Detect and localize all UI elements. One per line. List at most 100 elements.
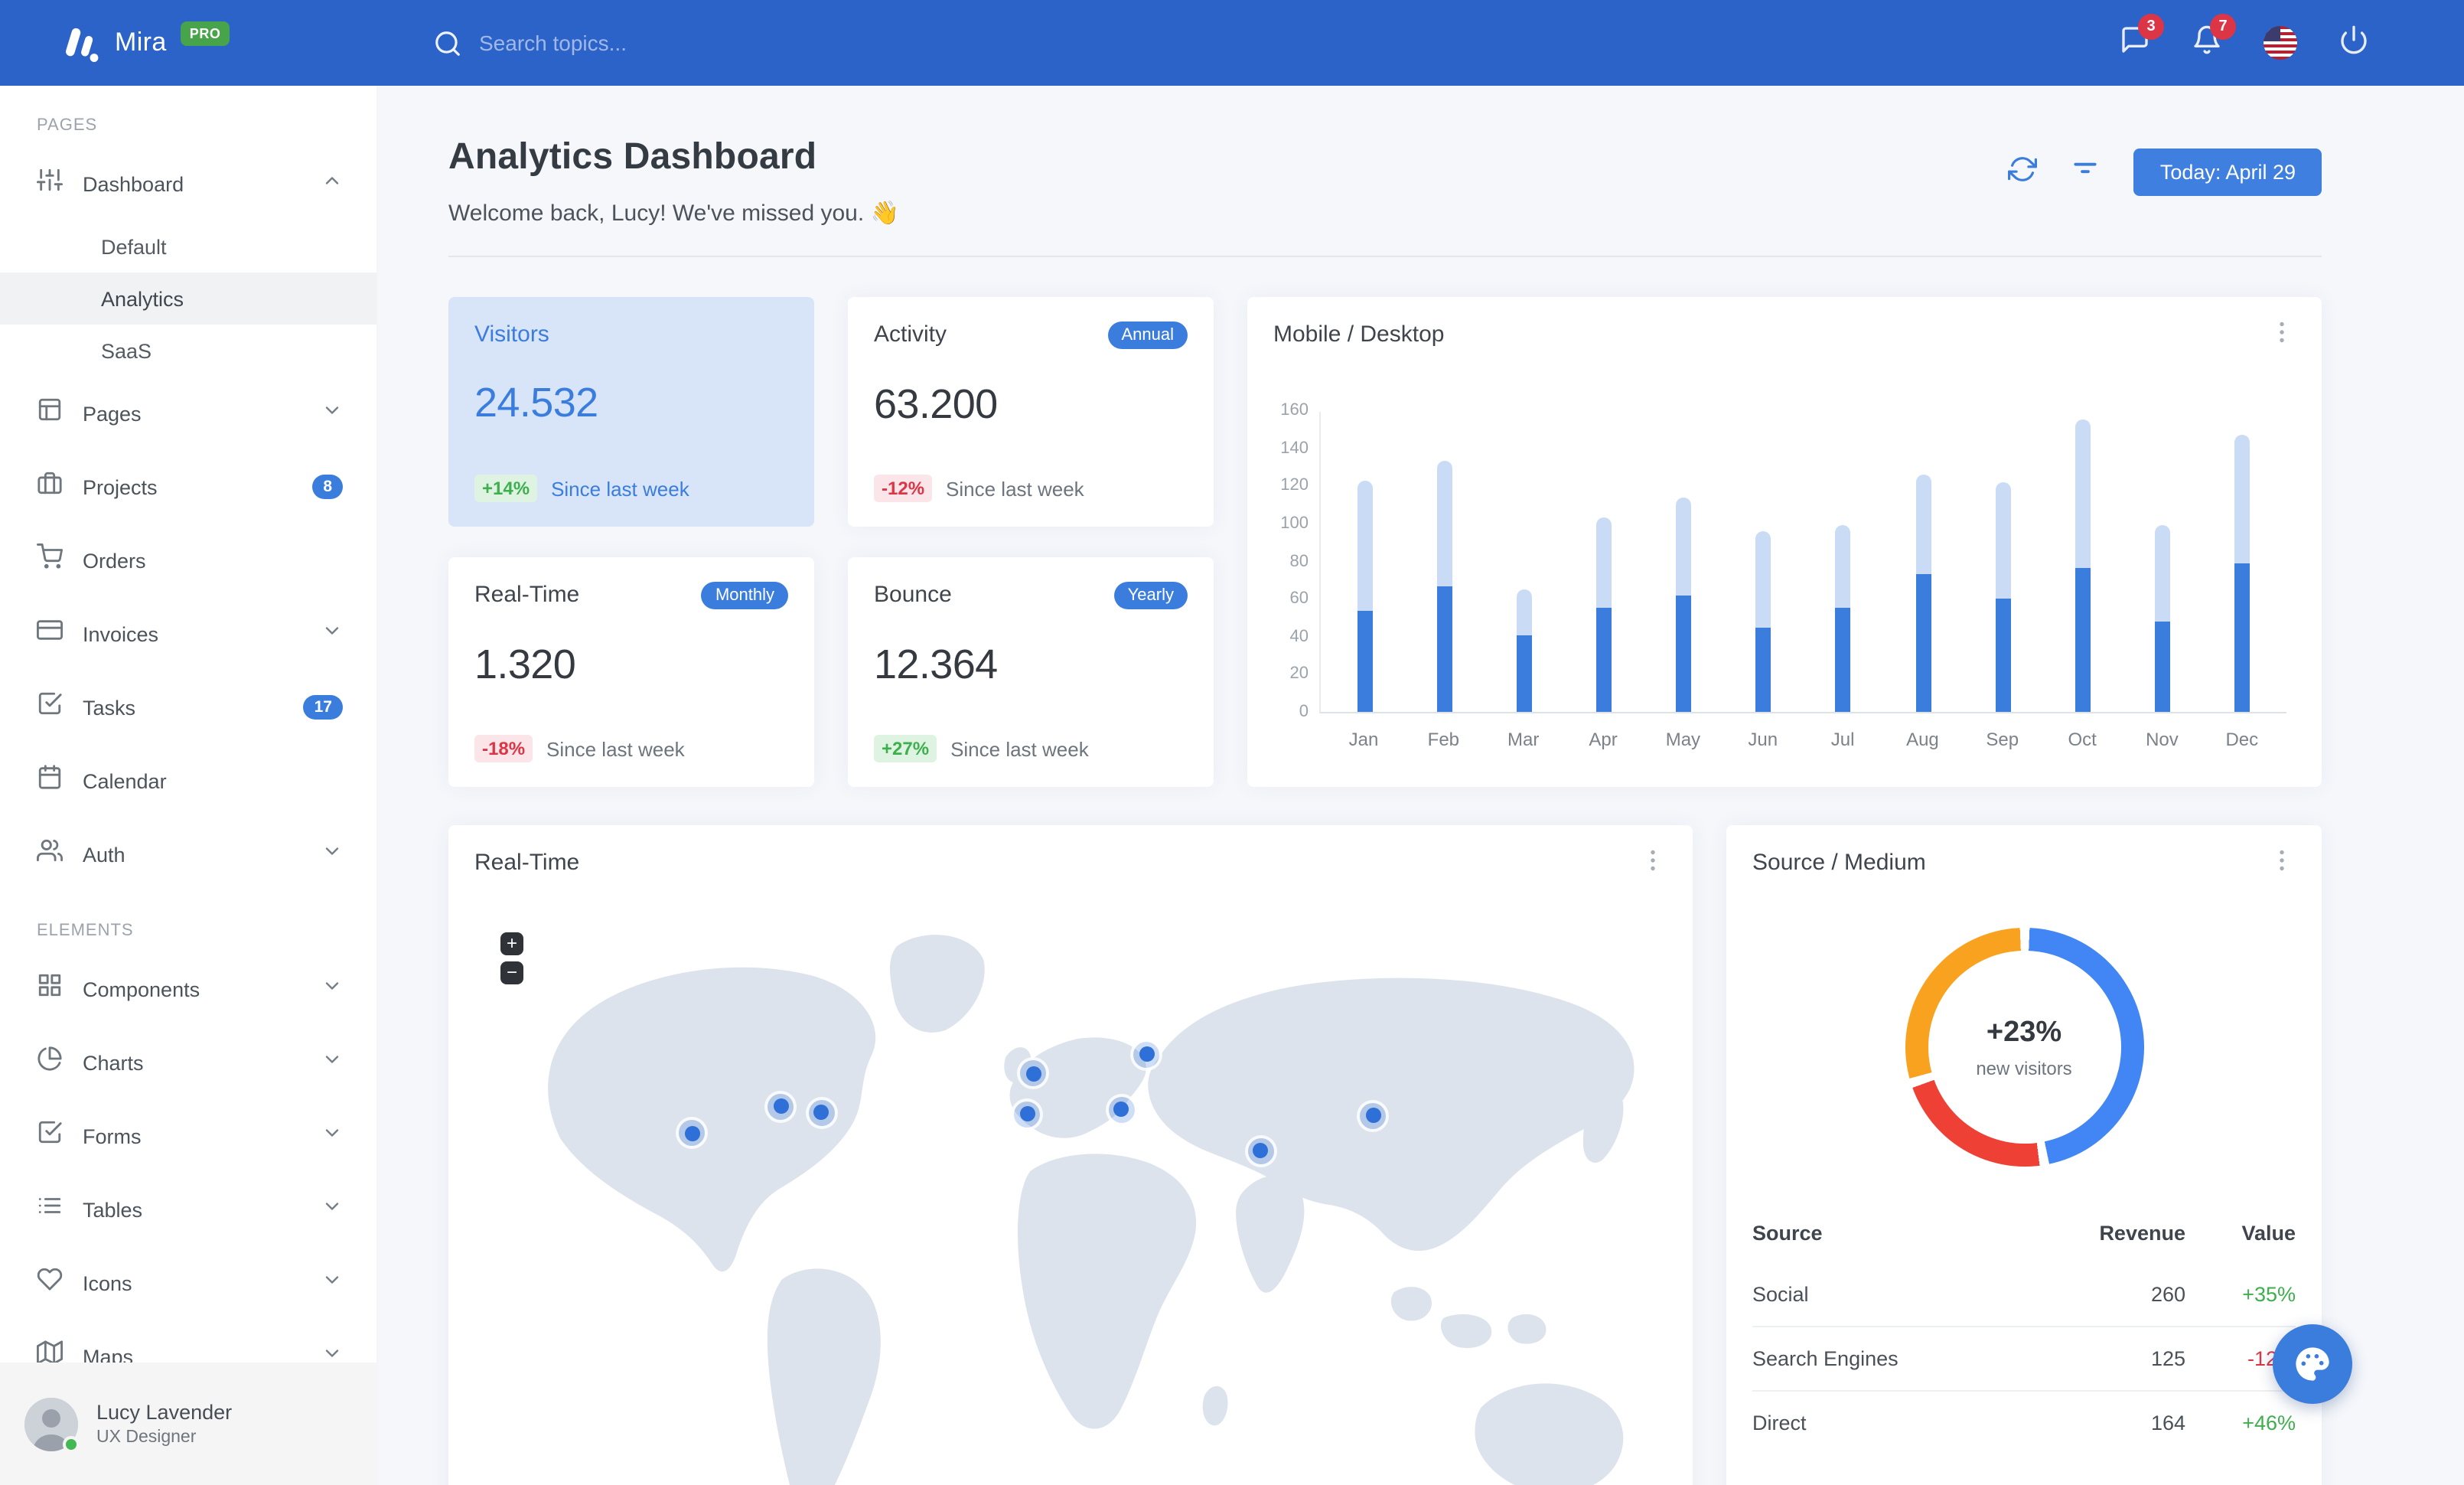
- sidebar-item-components[interactable]: Components: [0, 952, 376, 1026]
- bar-mobile-segment: [1596, 608, 1612, 712]
- sidebar-item-label: Calendar: [83, 769, 167, 792]
- bar-oct: [2075, 419, 2091, 712]
- sidebar-item-charts[interactable]: Charts: [0, 1026, 376, 1099]
- more-vertical-icon: [2280, 321, 2284, 343]
- x-axis-label: Feb: [1427, 729, 1460, 750]
- sidebar-subitem-saas[interactable]: SaaS: [0, 325, 376, 377]
- sidebar-item-label: Charts: [83, 1051, 144, 1074]
- bar-nov: [2154, 525, 2170, 712]
- sidebar-section-header-pages: PAGES: [37, 116, 98, 135]
- world-map[interactable]: + −: [448, 896, 1693, 1485]
- map-marker-7: [1108, 1096, 1135, 1123]
- map-card-menu-button[interactable]: [1639, 847, 1667, 882]
- sidebar-subitem-analytics[interactable]: Analytics: [0, 273, 376, 325]
- x-axis-label: Nov: [2146, 729, 2179, 750]
- brand[interactable]: Mira PRO: [0, 20, 378, 66]
- sidebar-item-orders[interactable]: Orders: [0, 524, 376, 597]
- date-range-button[interactable]: Today: April 29: [2133, 148, 2322, 196]
- sidebar-user-footer[interactable]: Lucy Lavender UX Designer: [0, 1363, 376, 1485]
- page-subtitle: Welcome back, Lucy! We've missed you. 👋: [448, 201, 899, 227]
- refresh-button[interactable]: [2008, 154, 2038, 191]
- donut-chart: +23% new visitors: [1905, 928, 2143, 1167]
- map-zoom-in-button[interactable]: +: [500, 932, 523, 955]
- user-name: Lucy Lavender: [96, 1401, 233, 1424]
- bar-mobile-segment: [1995, 599, 2011, 712]
- map-marker-5: [1133, 1041, 1160, 1068]
- filter-button[interactable]: [2071, 154, 2101, 191]
- sidebar-item-invoices[interactable]: Invoices: [0, 597, 376, 671]
- chevron-down-icon: [321, 1048, 343, 1077]
- donut-center-label: new visitors: [1976, 1057, 2072, 1079]
- theme-settings-fab[interactable]: [2273, 1324, 2352, 1404]
- chevron-down-icon: [321, 399, 343, 428]
- bar-jan: [1357, 480, 1373, 712]
- map-marker-8: [1247, 1137, 1274, 1164]
- sidebar-item-tasks[interactable]: Tasks 17: [0, 671, 376, 744]
- stat-card-visitors: Visitors 24.532 +14% Since last week: [448, 297, 814, 527]
- map-marker-6: [1014, 1101, 1041, 1128]
- bar-mobile-segment: [1517, 635, 1533, 712]
- x-axis-label: Sep: [1986, 729, 2019, 750]
- language-flag-button[interactable]: [2264, 26, 2297, 60]
- palette-icon: [2296, 1347, 2329, 1381]
- stat-period-badge: Yearly: [1113, 582, 1188, 609]
- notifications-button[interactable]: 7: [2192, 13, 2236, 62]
- sidebar-subitem-default[interactable]: Default: [0, 220, 376, 273]
- x-axis-label: Oct: [2068, 729, 2097, 750]
- source-medium-card: Source / Medium +23% new visitors Source…: [1726, 825, 2322, 1485]
- donut-center-value: +23%: [1986, 1016, 2062, 1048]
- mobile-desktop-chart-card: Mobile / Desktop 0 20 40 60 80 100 120 140 160 J…: [1247, 297, 2322, 787]
- bar-feb: [1437, 461, 1453, 712]
- revenue-cell: 260: [2150, 1283, 2185, 1306]
- map-marker-2: [768, 1093, 794, 1120]
- chart-card-menu-button[interactable]: [2268, 318, 2296, 354]
- source-card-title: Source / Medium: [1752, 850, 1926, 876]
- sidebar-item-tables[interactable]: Tables: [0, 1173, 376, 1246]
- y-axis-tick-label: 0: [1299, 703, 1309, 721]
- chevron-down-icon: [321, 1121, 343, 1150]
- bar-jun: [1755, 530, 1771, 712]
- stat-value: 63.200: [874, 381, 998, 427]
- sidebar-item-dashboard[interactable]: Dashboard: [0, 147, 376, 220]
- sidebar-item-auth[interactable]: Auth: [0, 818, 376, 891]
- stat-note: Since last week: [946, 477, 1084, 500]
- main-content: Analytics Dashboard Welcome back, Lucy! …: [378, 86, 2464, 1485]
- sidebar-item-projects[interactable]: Projects 8: [0, 450, 376, 524]
- map-zoom-out-button[interactable]: −: [500, 961, 523, 984]
- y-axis-tick-label: 120: [1280, 476, 1309, 495]
- source-cell: Search Engines: [1752, 1326, 2045, 1391]
- bar-mobile-segment: [1676, 595, 1692, 712]
- bar-mobile-segment: [2075, 568, 2091, 712]
- search-input[interactable]: [479, 31, 816, 55]
- map-marker-1: [679, 1120, 706, 1147]
- source-card-menu-button[interactable]: [2268, 847, 2296, 882]
- stat-note: Since last week: [950, 737, 1089, 760]
- messages-button[interactable]: 3: [2120, 13, 2164, 62]
- y-axis-tick-label: 40: [1289, 627, 1309, 646]
- sidebar-item-label: Projects: [83, 475, 158, 498]
- map-card-title: Real-Time: [474, 850, 580, 876]
- revenue-cell: 125: [2045, 1326, 2185, 1391]
- bar-apr: [1596, 517, 1612, 712]
- brand-name: Mira: [115, 28, 167, 57]
- sidebar-item-forms[interactable]: Forms: [0, 1099, 376, 1173]
- bar-mobile-segment: [2234, 563, 2250, 712]
- sign-out-button[interactable]: [2339, 24, 2369, 62]
- sidebar-item-calendar[interactable]: Calendar: [0, 744, 376, 818]
- sidebar-item-icons[interactable]: Icons: [0, 1246, 376, 1320]
- page-title: Analytics Dashboard: [448, 136, 817, 178]
- x-axis-label: Dec: [2225, 729, 2259, 750]
- x-axis-label: May: [1665, 729, 1701, 750]
- stat-note: Since last week: [551, 477, 689, 500]
- world-map-graphic: [548, 935, 1635, 1485]
- table-row-social: Social 260 +35%: [1752, 1263, 2296, 1327]
- x-axis-label: Jun: [1748, 729, 1778, 750]
- search-icon: [435, 31, 460, 55]
- chevron-down-icon: [321, 619, 343, 648]
- mira-logo-icon: [66, 28, 99, 62]
- avatar: [24, 1397, 80, 1452]
- navbar-search[interactable]: [433, 28, 816, 57]
- sidebar-item-pages[interactable]: Pages: [0, 377, 376, 450]
- bar-may: [1676, 497, 1692, 712]
- bar-jul: [1835, 525, 1851, 712]
